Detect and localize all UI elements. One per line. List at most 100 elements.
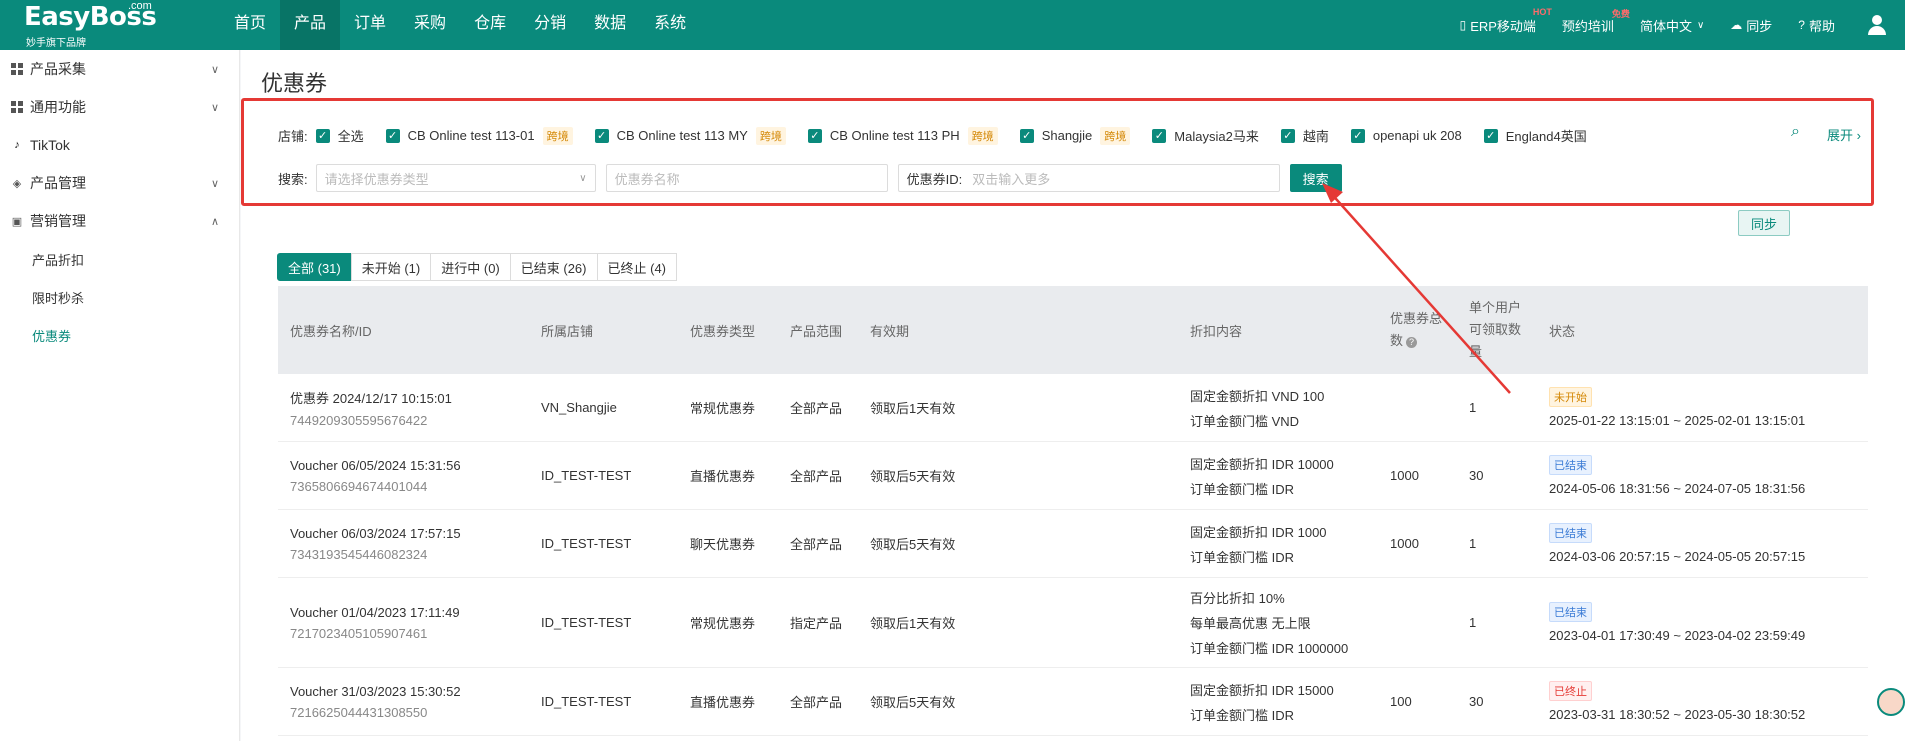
nav-products[interactable]: 产品 [280, 0, 341, 50]
store-checkbox[interactable]: ✓ CB Online test 113 PH 跨境 [807, 126, 998, 145]
status-badge: 已终止 [1549, 681, 1592, 701]
chevron-down-icon: ∨ [210, 63, 219, 76]
select-all-checkbox[interactable]: ✓ 全选 [315, 126, 364, 145]
training-link[interactable]: 预约培训 免费 [1561, 9, 1630, 35]
store-checkbox[interactable]: ✓ CB Online test 113 MY 跨境 [594, 126, 786, 145]
language-label: 简体中文 [1639, 18, 1692, 34]
store-checkbox[interactable]: ✓ 越南 [1280, 126, 1329, 145]
training-label: 预约培训 [1561, 18, 1614, 34]
sidebar-item-collect[interactable]: 产品采集 ∨ [0, 50, 239, 88]
search-row: 搜索: 请选择优惠券类型 ∨ 优惠券名称 优惠券ID: 双击输入更多 搜索 [278, 164, 1342, 192]
check-icon: ✓ [1019, 128, 1034, 143]
header-line: 量 [1469, 344, 1483, 359]
checkbox-label: CB Online test 113-01 [407, 128, 535, 143]
checkbox-label: CB Online test 113 MY [616, 128, 748, 143]
discount-line: 订单金额门槛 IDR 1000000 [1190, 641, 1349, 656]
logo[interactable]: EasyBoss .com 妙手旗下品牌 [0, 0, 220, 50]
language-selector[interactable]: 简体中文 ∨ [1640, 16, 1704, 35]
expand-link[interactable]: 展开 › [1827, 125, 1861, 144]
store-checkbox[interactable]: ✓ openapi uk 208 [1350, 128, 1462, 143]
table-row[interactable]: 优惠券 2024/12/17 10:15:01 74492093055956764… [278, 374, 1868, 442]
sidebar-sub-discount[interactable]: 产品折扣 [0, 240, 239, 278]
nav-purchase[interactable]: 采购 [400, 0, 460, 50]
tiktok-icon: ♪ [14, 139, 20, 151]
column-header-type: 优惠券类型 [690, 323, 756, 339]
header-line: 单个用户 [1469, 300, 1522, 315]
cell-name: Voucher 01/04/2023 17:11:49 7217023405105… [290, 578, 460, 667]
tab-in-progress[interactable]: 进行中 (0) [430, 253, 511, 281]
column-header-name: 优惠券名称/ID [290, 323, 372, 339]
status-tabs: 全部 (31) 未开始 (1) 进行中 (0) 已结束 (26) 已终止 (4) [277, 253, 678, 281]
nav-warehouse[interactable]: 仓库 [460, 0, 520, 50]
search-icon[interactable]: ⌕ [1791, 123, 1800, 141]
cell-status: 已终止 2023-03-31 18:30:52 ~ 2023-05-30 18:3… [1549, 668, 1805, 735]
sidebar-item-tiktok[interactable]: ♪ TikTok [0, 126, 239, 164]
sync-label: 同步 [1746, 18, 1773, 34]
voucher-type-select[interactable]: 请选择优惠券类型 ∨ [315, 164, 596, 192]
checkbox-label: 全选 [337, 129, 364, 144]
nav-distribution[interactable]: 分销 [520, 0, 580, 50]
sidebar-item-product-mgmt[interactable]: ◈ 产品管理 ∨ [0, 164, 239, 202]
sync-link[interactable]: ☁ 同步 [1730, 16, 1772, 35]
checkbox-label: 越南 [1302, 129, 1329, 144]
tab-all[interactable]: 全部 (31) [277, 253, 352, 281]
question-icon[interactable]: ? [1406, 337, 1418, 348]
sidebar-item-marketing[interactable]: ▣ 营销管理 ∧ [0, 202, 239, 240]
cell-status: 未开始 2025-01-22 13:15:01 ~ 2025-02-01 13:1… [1549, 374, 1805, 441]
table-row[interactable]: Voucher 01/04/2023 17:11:49 7217023405105… [278, 578, 1868, 668]
nav-system[interactable]: 系统 [640, 0, 700, 50]
customer-service-avatar[interactable] [1877, 688, 1905, 716]
voucher-name: Voucher 01/04/2023 17:11:49 [290, 604, 460, 620]
store-checkbox[interactable]: ✓ Malaysia2马来 [1152, 126, 1259, 145]
store-checkbox[interactable]: ✓ Shangjie 跨境 [1019, 126, 1131, 145]
tab-not-started[interactable]: 未开始 (1) [350, 253, 432, 281]
hot-tag: HOT [1532, 6, 1552, 17]
free-tag: 免费 [1611, 8, 1630, 19]
tab-terminated[interactable]: 已终止 (4) [596, 253, 678, 281]
sidebar-item-label: 产品管理 [30, 175, 86, 191]
cell-per-user: 1 [1469, 615, 1477, 630]
nav-data[interactable]: 数据 [580, 0, 640, 50]
sidebar-sub-flash-sale[interactable]: 限时秒杀 [0, 278, 239, 316]
user-icon[interactable] [1867, 15, 1887, 35]
voucher-id: 7365806694674401044 [290, 478, 428, 494]
cell-total: 1000 [1390, 468, 1419, 483]
store-checkbox[interactable]: ✓ CB Online test 113-01 跨境 [385, 126, 573, 145]
discount-line: 固定金额折扣 VND 100 [1190, 388, 1325, 404]
sidebar-item-general[interactable]: 通用功能 ∨ [0, 88, 239, 126]
table-row[interactable]: Voucher 06/03/2024 17:57:15 7343193545446… [278, 510, 1868, 578]
check-icon: ✓ [594, 128, 609, 143]
cell-type: 聊天优惠券 [690, 537, 756, 552]
cell-store: VN_Shangjie [541, 400, 617, 415]
column-header-per-user: 单个用户 可领取数 量 [1469, 286, 1521, 374]
voucher-id: 7217023405105907461 [290, 625, 428, 641]
cell-total: 1000 [1390, 536, 1419, 551]
nav-orders[interactable]: 订单 [340, 0, 400, 50]
cell-discount: 固定金额折扣 IDR 15000 订单金额门槛 IDR [1190, 668, 1334, 735]
column-header-status: 状态 [1549, 323, 1576, 339]
cell-validity: 领取后1天有效 [870, 616, 956, 631]
cell-scope: 全部产品 [790, 695, 843, 710]
tab-ended[interactable]: 已结束 (26) [509, 253, 598, 281]
discount-line: 订单金额门槛 VND [1190, 413, 1300, 429]
table-row[interactable]: Voucher 31/03/2023 15:30:52 7216625044431… [278, 668, 1868, 736]
top-navbar: EasyBoss .com 妙手旗下品牌 首页 产品 订单 采购 仓库 分销 数… [0, 0, 1905, 50]
voucher-name-input[interactable]: 优惠券名称 [605, 164, 888, 192]
nav-home[interactable]: 首页 [220, 0, 280, 50]
status-period: 2025-01-22 13:15:01 ~ 2025-02-01 13:15:0… [1549, 413, 1806, 428]
erp-mobile-link[interactable]: ▯ ERP移动端 HOT [1460, 7, 1552, 35]
table-row[interactable]: Voucher 06/05/2024 15:31:56 7365806694674… [278, 442, 1868, 510]
sidebar-sub-voucher[interactable]: 优惠券 [0, 316, 239, 354]
voucher-id-input[interactable]: 优惠券ID: 双击输入更多 [897, 164, 1280, 192]
search-button[interactable]: 搜索 [1289, 164, 1342, 192]
cell-store: ID_TEST-TEST [541, 694, 632, 709]
status-badge: 已结束 [1549, 523, 1592, 543]
cell-validity: 领取后1天有效 [870, 401, 956, 416]
help-link[interactable]: ? 帮助 [1798, 16, 1835, 35]
sync-button[interactable]: 同步 [1738, 210, 1790, 236]
chevron-up-icon: ∧ [210, 215, 219, 228]
cell-discount: 固定金额折扣 VND 100 订单金额门槛 VND [1190, 374, 1324, 441]
store-checkbox[interactable]: ✓ England4英国 [1483, 126, 1587, 145]
sidebar-item-label: TikTok [30, 137, 70, 153]
cell-per-user: 30 [1469, 468, 1484, 483]
